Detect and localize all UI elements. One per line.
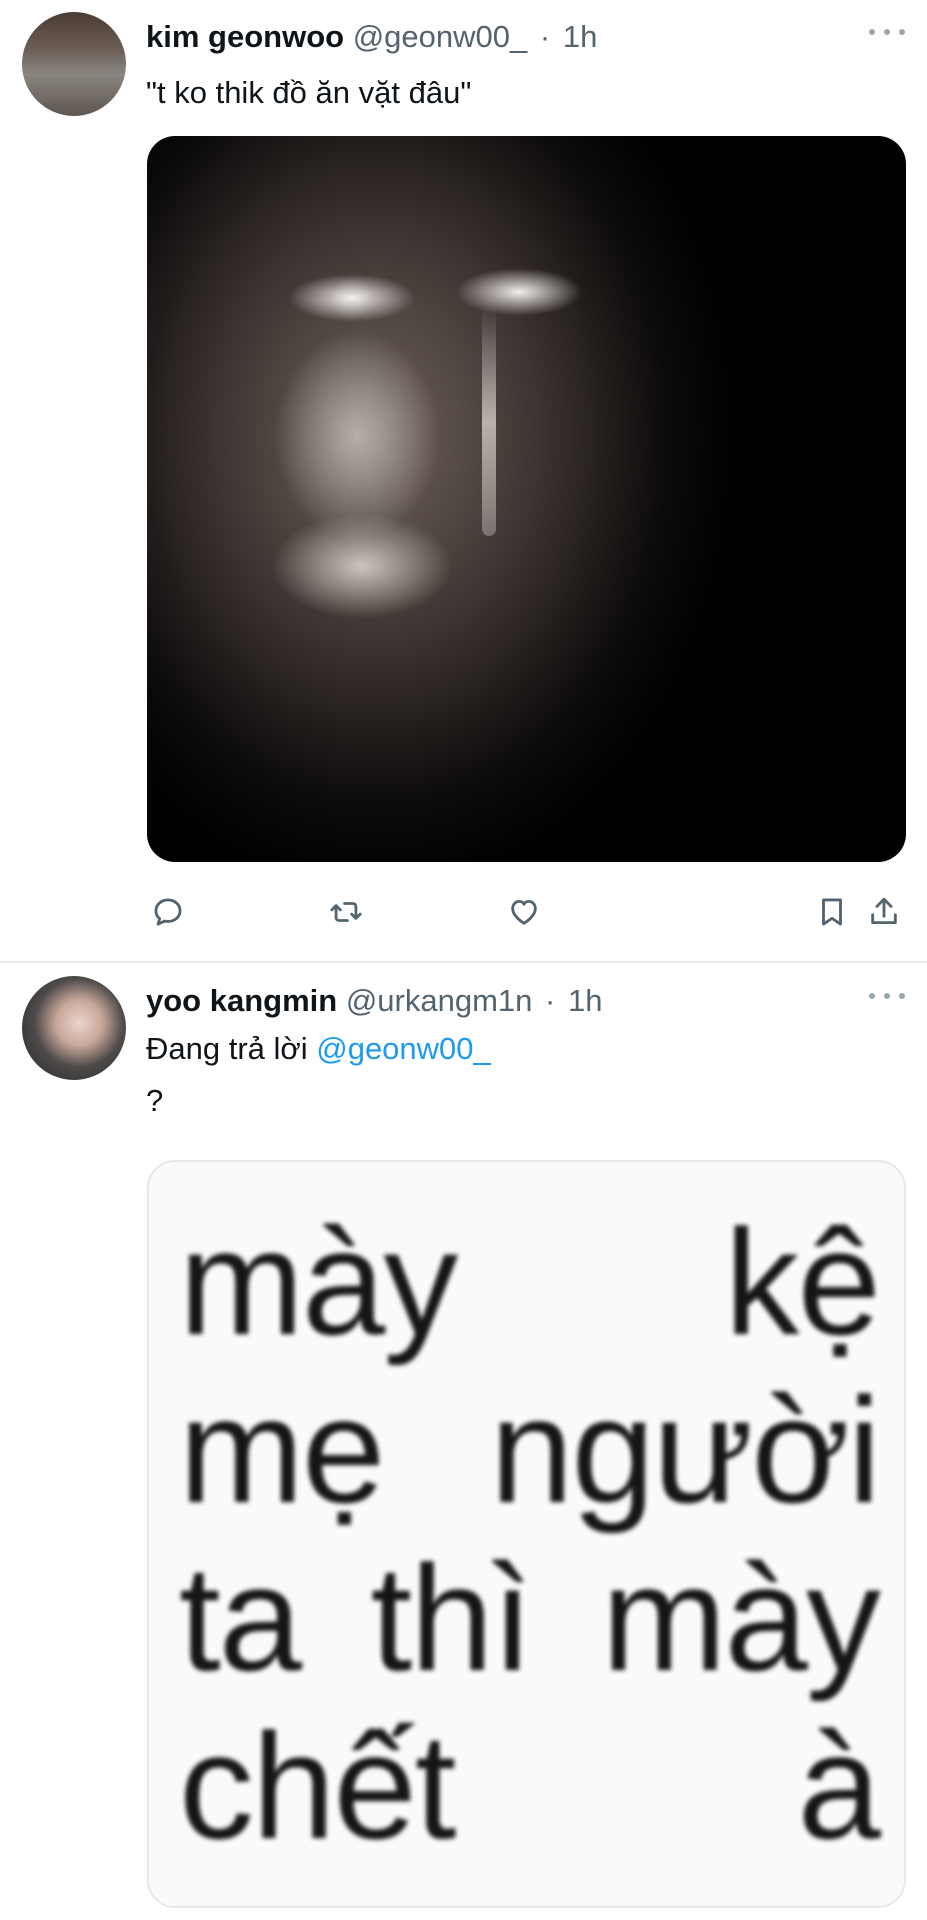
meme-line: mẹ người bbox=[179, 1366, 881, 1534]
display-name[interactable]: yoo kangmin bbox=[146, 983, 337, 1018]
more-icon[interactable] bbox=[869, 26, 905, 38]
meme-word: chết bbox=[179, 1702, 457, 1870]
meme-line: chết à bbox=[179, 1702, 881, 1870]
username[interactable]: @urkangm1n bbox=[346, 983, 533, 1018]
meme-word: mày bbox=[601, 1534, 881, 1702]
meme-text: mày kệ mẹ người ta thì mày chết à bbox=[179, 1198, 881, 1870]
share-icon[interactable] bbox=[862, 890, 906, 934]
tweet[interactable]: kim geonwoo @geonw00_ · 1h "t ko thik đồ… bbox=[0, 0, 927, 962]
divider bbox=[0, 961, 927, 963]
more-icon[interactable] bbox=[869, 990, 905, 1002]
meme-word: mẹ bbox=[179, 1366, 385, 1534]
meme-word: thì bbox=[370, 1534, 533, 1702]
tweet-text: ? bbox=[146, 1083, 164, 1118]
separator-dot: · bbox=[545, 983, 556, 1018]
display-name[interactable]: kim geonwoo bbox=[146, 19, 344, 54]
avatar[interactable] bbox=[22, 12, 126, 116]
mention-link[interactable]: @geonw00_ bbox=[316, 1031, 491, 1066]
tweet-text: "t ko thik đồ ăn vặt đâu" bbox=[146, 75, 472, 110]
timestamp[interactable]: 1h bbox=[563, 19, 597, 54]
meme-word: mày bbox=[179, 1198, 458, 1366]
heart-icon[interactable] bbox=[502, 890, 546, 934]
meme-word: kệ bbox=[724, 1198, 881, 1366]
tear-streak bbox=[482, 306, 496, 536]
avatar[interactable] bbox=[22, 976, 126, 1080]
tweet-actions bbox=[146, 890, 906, 934]
bookmark-icon[interactable] bbox=[810, 890, 854, 934]
replying-label: Đang trả lời bbox=[146, 1031, 317, 1066]
timestamp[interactable]: 1h bbox=[568, 983, 602, 1018]
replying-to: Đang trả lời @geonw00_ bbox=[146, 1028, 491, 1070]
reply-icon[interactable] bbox=[146, 890, 190, 934]
tweet-header: yoo kangmin @urkangm1n · 1h bbox=[146, 980, 602, 1022]
tweet[interactable]: yoo kangmin @urkangm1n · 1h Đang trả lời… bbox=[0, 964, 927, 1920]
meme-line: mày kệ bbox=[179, 1198, 881, 1366]
meme-word: à bbox=[797, 1702, 881, 1870]
tweet-header: kim geonwoo @geonw00_ · 1h bbox=[146, 16, 597, 58]
username[interactable]: @geonw00_ bbox=[353, 19, 528, 54]
retweet-icon[interactable] bbox=[324, 890, 368, 934]
tweet-image[interactable] bbox=[147, 136, 906, 862]
meme-word: ta bbox=[179, 1534, 302, 1702]
tweet-image[interactable]: mày kệ mẹ người ta thì mày chết à bbox=[147, 1160, 906, 1908]
meme-line: ta thì mày bbox=[179, 1534, 881, 1702]
meme-word: người bbox=[490, 1366, 881, 1534]
separator-dot: · bbox=[539, 19, 551, 54]
